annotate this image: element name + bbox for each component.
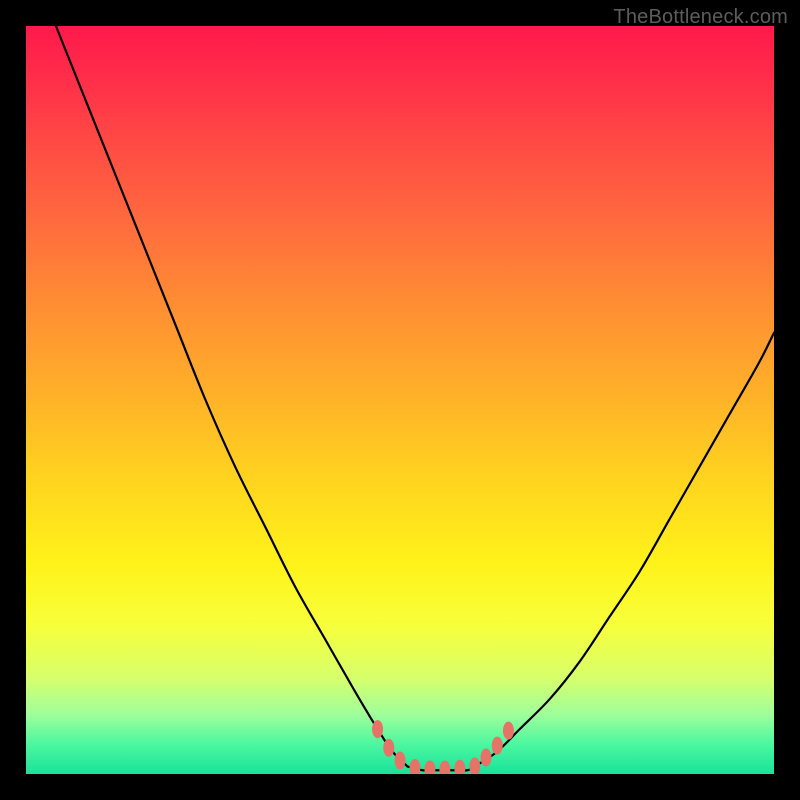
data-marker [469, 758, 480, 774]
data-marker [409, 759, 420, 774]
data-marker [383, 739, 394, 757]
left-curve [56, 26, 408, 767]
plot-area [26, 26, 774, 774]
right-curve [475, 333, 774, 767]
data-marker [481, 749, 492, 767]
chart-frame: TheBottleneck.com [0, 0, 800, 800]
data-marker [454, 760, 465, 774]
data-marker [503, 722, 514, 740]
data-marker [439, 761, 450, 774]
data-marker [492, 737, 503, 755]
markers-group [372, 720, 514, 774]
watermark-text: TheBottleneck.com [613, 6, 788, 29]
data-marker [395, 752, 406, 770]
data-marker [424, 761, 435, 774]
data-marker [372, 720, 383, 738]
chart-svg [26, 26, 774, 774]
